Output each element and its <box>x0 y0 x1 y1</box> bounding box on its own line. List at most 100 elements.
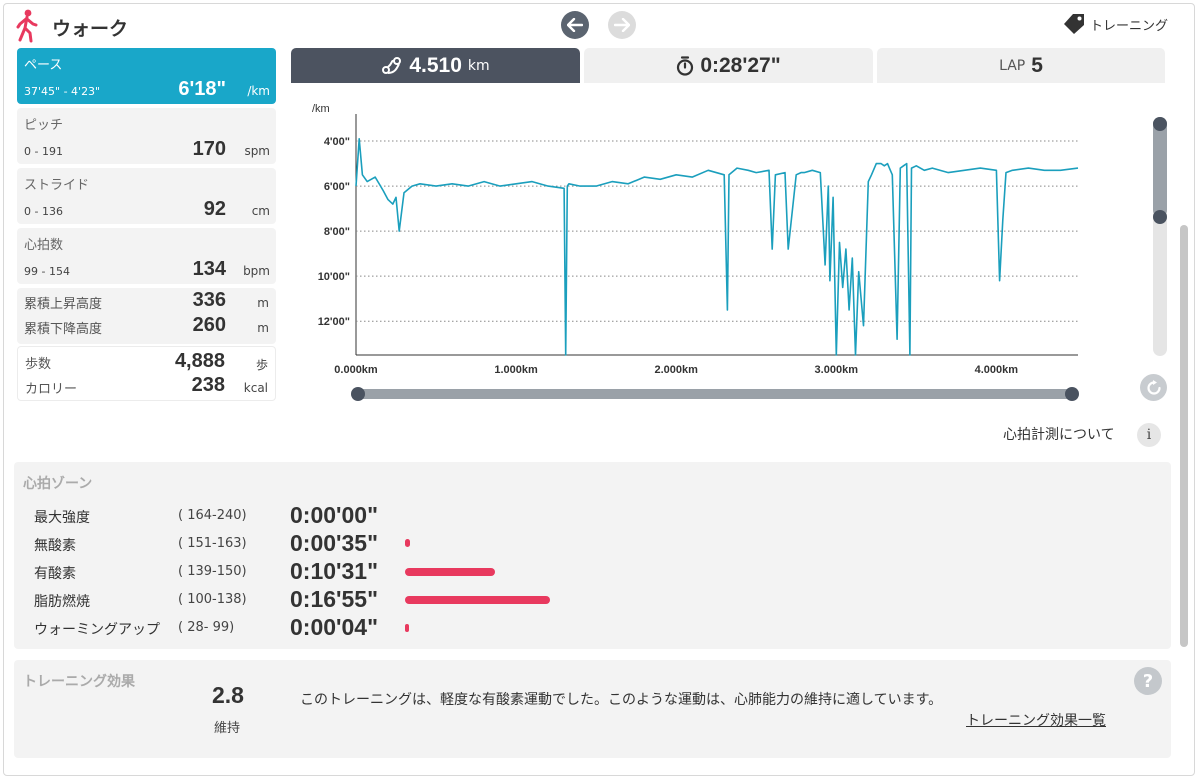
descent-value: 260 <box>192 314 226 336</box>
stopwatch-icon <box>677 55 694 76</box>
help-icon[interactable]: ? <box>1134 667 1162 695</box>
tab-lap[interactable]: LAP 5 <box>877 48 1165 83</box>
previous-button[interactable] <box>561 11 589 39</box>
ascent-value: 336 <box>192 289 226 311</box>
descent-label: 累積下降高度 <box>24 322 103 337</box>
training-effect-list-link[interactable]: トレーニング効果一覧 <box>966 710 1106 730</box>
zone-3-range: ( 100-138) <box>178 592 247 607</box>
zone-1-time: 0:00'35" <box>290 530 378 556</box>
arrow-left-icon <box>567 18 583 32</box>
tab-lap-value: 5 <box>1031 53 1043 77</box>
reset-zoom-button[interactable] <box>1140 374 1167 401</box>
tab-distance[interactable]: 4.510 km <box>291 48 580 83</box>
zoom-bottom-handle[interactable] <box>1153 210 1167 224</box>
tab-duration-value: 0:28'27" <box>700 53 781 77</box>
stat-stride-range: 0 - 136 <box>24 205 63 218</box>
stat-pitch-unit: spm <box>244 144 270 158</box>
stat-stride-label: ストライド <box>24 178 90 193</box>
stat-pace-label: ペース <box>24 58 63 73</box>
stat-heart-rate[interactable]: 心拍数 99 - 154 134 bpm <box>17 228 276 284</box>
training-effect-panel: トレーニング効果 2.8 維持 このトレーニングは、軽度な有酸素運動でした。この… <box>14 660 1171 758</box>
stat-pace-unit: /km <box>247 84 270 98</box>
training-tag-link[interactable]: トレーニング <box>1062 13 1168 35</box>
stat-stride-unit: cm <box>251 204 270 218</box>
stat-stride-value: 92 <box>203 198 226 220</box>
training-tag-label: トレーニング <box>1090 18 1169 34</box>
zone-1-bar <box>405 539 411 547</box>
zone-0-range: ( 164-240) <box>178 508 247 523</box>
y-tick-label-2: 8'00" <box>324 226 350 238</box>
next-button[interactable] <box>608 11 636 39</box>
zone-3-name: 脂肪燃焼 <box>34 594 90 610</box>
calorie-unit: kcal <box>243 381 268 395</box>
stat-heart-rate-range: 99 - 154 <box>24 265 70 278</box>
tab-duration[interactable]: 0:28'27" <box>584 48 873 83</box>
tab-lap-label: LAP <box>999 57 1026 74</box>
arrow-right-icon <box>614 18 630 32</box>
refresh-icon <box>1146 379 1161 395</box>
stat-stride[interactable]: ストライド 0 - 136 92 cm <box>17 168 276 224</box>
pace-series-line-0 <box>355 137 1079 356</box>
zone-2-bar <box>405 568 495 576</box>
stat-pitch-range: 0 - 191 <box>24 145 63 158</box>
y-tick-label-0: 4'00" <box>324 136 350 148</box>
zone-3-bar <box>405 596 550 604</box>
ascent-unit: m <box>257 296 269 310</box>
pace-chart[interactable]: /km 4'00" 6'00" 8'00" 10'00" 12'00" 0.000km 1.0… <box>290 92 1090 404</box>
chart-vertical-zoom-thumb[interactable] <box>1153 117 1167 217</box>
page-title: ウォーク <box>52 18 129 40</box>
tab-distance-unit: km <box>467 57 490 74</box>
zone-4-name: ウォーミングアップ <box>34 622 160 638</box>
hr-measurement-link[interactable]: 心拍計測について <box>1003 424 1115 444</box>
training-effect-value: 2.8 <box>212 682 244 708</box>
zone-2-range: ( 139-150) <box>178 564 247 579</box>
x-tick-label-1: 1.000km <box>494 364 538 376</box>
page-scrollbar[interactable] <box>1180 225 1188 647</box>
stat-pitch[interactable]: ピッチ 0 - 191 170 spm <box>17 108 276 164</box>
calorie-value: 238 <box>191 374 225 396</box>
steps-value: 4,888 <box>174 350 225 372</box>
descent-unit: m <box>257 321 269 335</box>
stat-pitch-value: 170 <box>192 138 226 160</box>
range-slider-left-handle <box>351 387 365 401</box>
zone-2-time: 0:10'31" <box>290 558 378 584</box>
stat-heart-rate-value: 134 <box>192 258 226 280</box>
zone-4-range: ( 28- 99) <box>178 620 235 635</box>
zone-3-time: 0:16'55" <box>290 586 378 612</box>
range-slider-track <box>356 389 1078 399</box>
stat-elevation[interactable]: 累積上昇高度 336 m 累積下降高度 260 m <box>17 288 276 344</box>
stat-pitch-label: ピッチ <box>24 118 64 133</box>
zone-1-range: ( 151-163) <box>178 536 247 551</box>
info-icon[interactable]: i <box>1137 423 1161 447</box>
training-effect-description: このトレーニングは、軽度な有酸素運動でした。このような運動は、心肺能力の維持に適… <box>300 692 943 708</box>
x-tick-label-2: 2.000km <box>654 364 698 376</box>
hr-zone-title: 心拍ゾーン <box>23 476 93 492</box>
chart-vertical-zoom-scrollbar[interactable] <box>1153 117 1167 356</box>
training-effect-level: 維持 <box>214 721 241 736</box>
steps-label: 歩数 <box>25 357 52 372</box>
y-tick-label-3: 10'00" <box>318 271 350 283</box>
zone-1-name: 無酸素 <box>34 538 76 554</box>
y-axis-unit-label: /km <box>312 103 330 115</box>
stat-pace-value: 6'18" <box>178 78 226 100</box>
zone-0-name: 最大強度 <box>34 510 90 526</box>
x-tick-label-0: 0.000km <box>334 364 378 376</box>
route-icon <box>382 56 402 74</box>
training-effect-title: トレーニング効果 <box>23 674 135 690</box>
tag-icon <box>1064 14 1084 34</box>
zone-4-time: 0:00'04" <box>290 614 378 640</box>
y-tick-label-1: 6'00" <box>324 181 350 193</box>
x-tick-label-3: 3.000km <box>815 364 859 376</box>
x-tick-label-4: 4.000km <box>975 364 1019 376</box>
zone-4-bar <box>405 624 409 632</box>
zone-2-name: 有酸素 <box>34 566 76 582</box>
stat-heart-rate-label: 心拍数 <box>24 238 64 253</box>
calorie-label: カロリー <box>25 382 78 397</box>
ascent-label: 累積上昇高度 <box>24 297 103 312</box>
zoom-top-handle[interactable] <box>1153 117 1167 131</box>
stat-pace[interactable]: ペース 37'45" - 4'23" 6'18" /km <box>17 48 276 104</box>
stat-heart-rate-unit: bpm <box>243 264 270 278</box>
hr-zone-panel: 心拍ゾーン 最大強度 ( 164-240) 0:00'00" 無酸素 ( 151… <box>14 462 1171 649</box>
walking-person-icon <box>16 9 38 43</box>
stat-steps: 歩数 4,888 歩 カロリー 238 kcal <box>17 346 276 401</box>
